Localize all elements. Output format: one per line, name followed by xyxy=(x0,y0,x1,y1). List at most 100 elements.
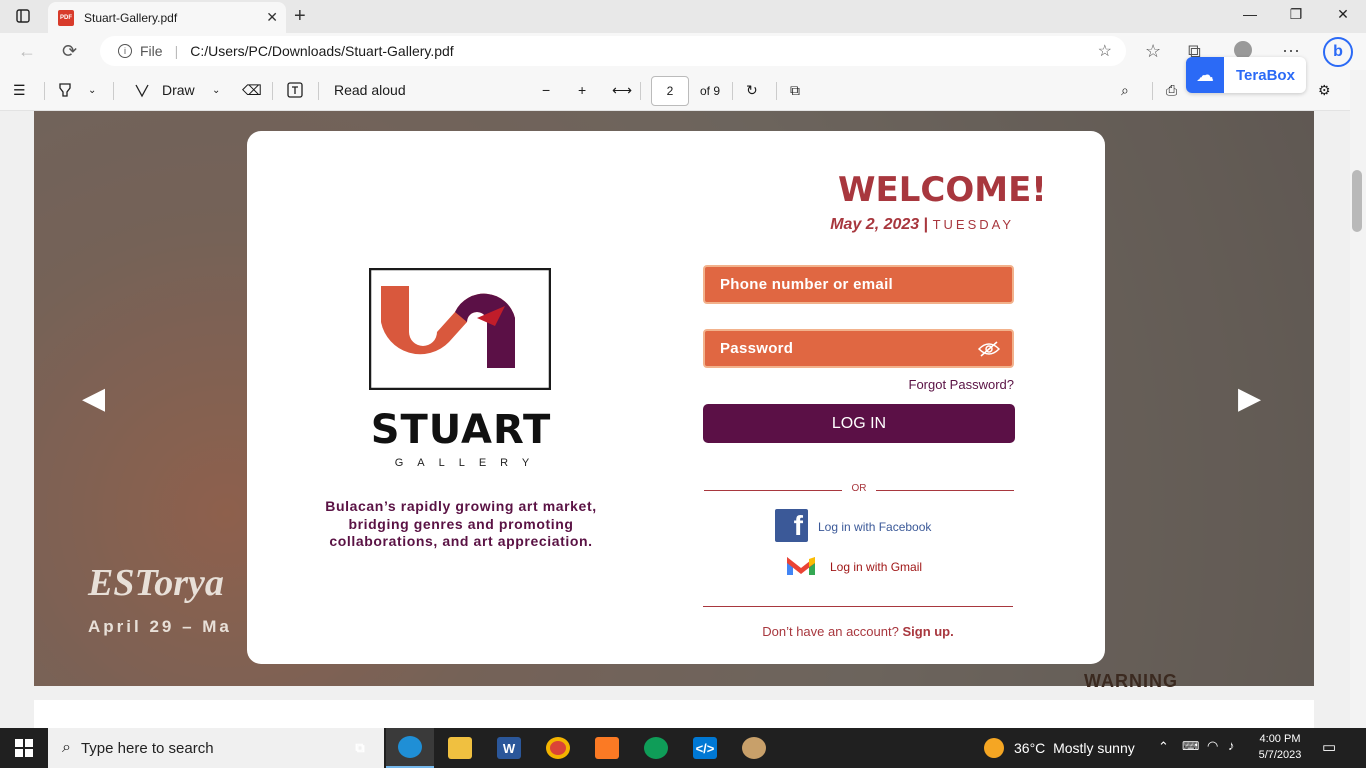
paint-icon[interactable] xyxy=(730,728,778,768)
address-scheme: File xyxy=(140,43,163,59)
hide-password-icon[interactable] xyxy=(978,341,1000,357)
page-number-input[interactable]: 2 xyxy=(651,76,689,106)
draw-icon[interactable] xyxy=(134,82,150,101)
clock-date: 5/7/2023 xyxy=(1258,749,1302,761)
contents-icon[interactable]: ☰ xyxy=(13,82,26,99)
restore-icon[interactable]: ❐ xyxy=(1276,6,1316,23)
taskbar-search[interactable]: ⌕ Type here to search xyxy=(48,728,384,768)
search-placeholder: Type here to search xyxy=(80,739,214,757)
terabox-button[interactable]: ☁ TeraBox xyxy=(1186,57,1306,93)
forgot-password-link[interactable]: Forgot Password? xyxy=(860,377,1015,392)
email-placeholder: Phone number or email xyxy=(720,276,893,293)
brand-tagline: Bulacan’s rapidly growing art market, br… xyxy=(325,498,597,549)
vscode-icon[interactable]: </> xyxy=(681,728,729,768)
chrome-icon[interactable] xyxy=(534,728,582,768)
refresh-icon[interactable]: ⟳ xyxy=(62,41,77,62)
divider-left xyxy=(704,490,842,491)
tab-pdf[interactable]: PDF Stuart-Gallery.pdf ✕ xyxy=(48,2,286,33)
settings-gear-icon[interactable]: ⚙ xyxy=(1318,82,1331,99)
sun-icon xyxy=(984,738,1004,758)
vertical-scrollbar[interactable] xyxy=(1350,70,1366,728)
rotate-icon[interactable]: ↻ xyxy=(746,82,758,99)
signup-text: Don’t have an account? xyxy=(762,624,899,639)
pdf-file-icon: PDF xyxy=(58,9,74,26)
close-tab-icon[interactable]: ✕ xyxy=(266,9,278,26)
scrollbar-thumb[interactable] xyxy=(1352,170,1362,232)
next-slide-icon[interactable]: ▶ xyxy=(1238,381,1261,416)
gmail-login-link[interactable]: Log in with Gmail xyxy=(830,560,922,574)
toolbar-divider xyxy=(1152,82,1153,100)
password-field[interactable]: Password xyxy=(703,329,1014,368)
back-icon[interactable]: ← xyxy=(18,41,36,62)
bing-icon[interactable]: b xyxy=(1323,37,1353,67)
read-aloud-button[interactable]: Read aloud xyxy=(334,82,406,98)
clock[interactable]: 4:00 PM 5/7/2023 xyxy=(1250,731,1310,763)
signup-link[interactable]: Sign up. xyxy=(902,624,953,639)
or-label: OR xyxy=(851,483,867,494)
favorites-icon[interactable]: ☆ xyxy=(1145,41,1161,62)
highlight-icon[interactable] xyxy=(58,82,72,101)
notifications-icon[interactable]: ▭ xyxy=(1322,738,1336,756)
brand-name: STUART xyxy=(370,407,552,453)
facebook-login-link[interactable]: Log in with Facebook xyxy=(818,520,931,534)
zoom-out-icon[interactable]: − xyxy=(542,82,550,98)
minimize-icon[interactable]: — xyxy=(1230,6,1270,22)
address-url: C:/Users/PC/Downloads/Stuart-Gallery.pdf xyxy=(190,43,454,59)
search-icon[interactable]: ⌕ xyxy=(1121,82,1129,99)
search-icon: ⌕ xyxy=(62,739,71,756)
divider-right xyxy=(876,490,1014,491)
address-divider: | xyxy=(174,43,179,59)
cloud-upload-icon: ☁ xyxy=(1186,57,1224,93)
language-icon[interactable]: ⌨ xyxy=(1182,739,1199,753)
tab-actions-icon[interactable] xyxy=(10,4,36,28)
stuart-gallery-logo xyxy=(369,268,551,390)
volume-icon[interactable]: ♪ xyxy=(1228,738,1235,753)
eraser-icon[interactable]: ⌫ xyxy=(242,82,262,99)
gmail-icon[interactable] xyxy=(785,553,817,577)
tab-title: Stuart-Gallery.pdf xyxy=(84,10,178,25)
print-icon[interactable]: ⎙ xyxy=(1166,82,1177,99)
login-card xyxy=(247,131,1105,664)
temperature: 36°C xyxy=(1014,740,1046,756)
page-view-icon[interactable]: ⧉ xyxy=(790,82,800,99)
text-box-icon[interactable] xyxy=(287,82,303,101)
task-view-icon[interactable]: ⧉ xyxy=(336,728,384,768)
toolbar-divider xyxy=(44,82,45,100)
windows-start-icon[interactable] xyxy=(0,728,48,768)
word-icon[interactable]: W xyxy=(485,728,533,768)
toolbar-divider xyxy=(640,82,641,100)
fit-width-icon[interactable]: ⟷ xyxy=(612,82,632,99)
facebook-icon[interactable]: f xyxy=(775,509,808,542)
wifi-icon[interactable]: ◠ xyxy=(1207,738,1218,754)
previous-slide-icon[interactable]: ◀ xyxy=(82,381,105,416)
divider-bottom xyxy=(703,606,1013,607)
terabox-label: TeraBox xyxy=(1236,66,1295,84)
background-title: ESTorya xyxy=(88,562,224,604)
draw-button[interactable]: Draw xyxy=(162,82,195,98)
file-explorer-icon[interactable] xyxy=(436,728,484,768)
highlight-chevron-down-icon[interactable]: ⌄ xyxy=(88,85,96,96)
signup-prompt: Don’t have an account? Sign up. xyxy=(703,624,1013,639)
close-window-icon[interactable]: ✕ xyxy=(1323,6,1363,23)
weekday-text: TUESDAY xyxy=(932,217,1014,232)
edge-icon[interactable] xyxy=(386,728,434,768)
brand-subname: GALLERY xyxy=(394,457,544,469)
add-favorite-icon[interactable]: ☆ xyxy=(1098,41,1112,61)
email-field[interactable]: Phone number or email xyxy=(703,265,1014,304)
chrome-profile-icon[interactable] xyxy=(632,728,680,768)
pdf-page-next xyxy=(34,700,1314,728)
xampp-icon[interactable] xyxy=(583,728,631,768)
show-hidden-icons-icon[interactable]: ⌃ xyxy=(1158,739,1169,755)
zoom-in-icon[interactable]: + xyxy=(578,82,586,98)
draw-chevron-down-icon[interactable]: ⌄ xyxy=(212,85,220,96)
pdf-toolbar: ☰ ⌄ Draw ⌄ ⌫ Read aloud − + ⟷ 2 of 9 ↻ ⧉… xyxy=(0,70,1366,111)
address-bar[interactable]: i File | C:/Users/PC/Downloads/Stuart-Ga… xyxy=(100,36,1126,66)
background-date: April 29 – Ma xyxy=(88,617,232,636)
new-tab-icon[interactable]: + xyxy=(294,5,306,28)
date-text: May 2, 2023 xyxy=(830,216,920,233)
current-date: May 2, 2023 | TUESDAY xyxy=(790,216,1014,234)
info-icon[interactable]: i xyxy=(118,44,132,58)
toolbar-divider xyxy=(776,82,777,100)
login-button[interactable]: LOG IN xyxy=(703,404,1015,443)
weather-widget[interactable]: 36°C Mostly sunny xyxy=(984,728,1135,768)
